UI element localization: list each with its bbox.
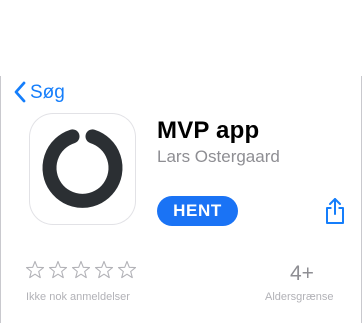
chevron-left-icon — [14, 81, 26, 103]
ring-icon — [42, 129, 123, 208]
app-icon[interactable] — [29, 113, 136, 225]
rating-stars — [25, 260, 137, 280]
get-button[interactable]: HENT — [157, 196, 238, 226]
app-title: MVP app — [157, 117, 260, 144]
star-outline-icon — [25, 260, 45, 279]
app-store-page: Søg MVP app Lars Ostergaard HENT Ikke no… — [0, 0, 362, 323]
ratings-label: Ikke nok anmeldelser — [26, 291, 130, 303]
share-button[interactable] — [324, 196, 346, 226]
back-button[interactable]: Søg — [14, 80, 65, 104]
star-outline-icon — [117, 260, 137, 279]
star-outline-icon — [48, 260, 68, 279]
share-icon — [326, 198, 344, 224]
age-rating-label: Aldersgrænse — [265, 291, 334, 303]
star-outline-icon — [94, 260, 114, 279]
age-rating-value: 4+ — [290, 262, 314, 285]
back-label: Søg — [30, 81, 65, 103]
star-outline-icon — [71, 260, 91, 279]
developer-link[interactable]: Lars Ostergaard — [157, 147, 280, 167]
